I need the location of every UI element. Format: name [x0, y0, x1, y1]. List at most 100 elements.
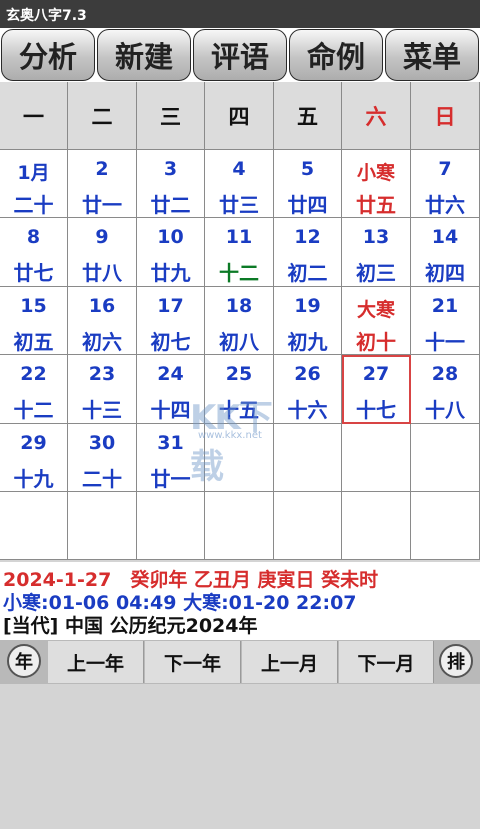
calendar-day-cell[interactable]: 11 十二: [205, 218, 274, 287]
comment-button[interactable]: 评语: [193, 29, 287, 81]
calendar-day-cell[interactable]: 18 初八: [205, 287, 274, 355]
lunar-date: 初二: [287, 261, 328, 285]
empty-day-cell: [205, 424, 274, 492]
solar-date: 2: [95, 158, 109, 180]
solar-date: 23: [88, 363, 116, 385]
calendar-day-cell[interactable]: 3 廿二: [137, 150, 205, 218]
solar-date: 7: [438, 158, 452, 180]
prev-year-button[interactable]: 上一年: [48, 641, 144, 683]
calendar-day-cell[interactable]: 9 廿八: [68, 218, 137, 287]
solar-date: 1月: [17, 162, 50, 184]
lunar-date: 十六: [287, 398, 328, 422]
calendar-day-cell[interactable]: 29 十九: [0, 424, 68, 492]
calendar-day-cell[interactable]: 17 初七: [137, 287, 205, 355]
solar-date: 4: [232, 158, 246, 180]
empty-day-cell: [0, 492, 68, 560]
era-line: [当代] 中国 公历纪元2024年: [3, 615, 258, 637]
solar-date: 大寒: [356, 299, 395, 321]
top-toolbar: 分析 新建 评语 命例 菜单: [0, 28, 480, 82]
solar-date: 29: [20, 432, 47, 454]
calendar-day-cell[interactable]: 5 廿四: [274, 150, 342, 218]
empty-day-cell: [411, 492, 480, 560]
calendar-day-cell[interactable]: 13 初三: [342, 218, 411, 287]
lunar-date: 初六: [82, 330, 122, 354]
bottom-nav: 年 上一年 下一年 上一月 下一月 排: [0, 640, 480, 684]
calendar-day-cell[interactable]: 15 初五: [0, 287, 68, 355]
lunar-date: 初四: [425, 261, 465, 285]
lunar-date: 廿四: [287, 193, 328, 217]
lunar-date: 十二: [13, 398, 54, 422]
solar-date: 24: [157, 363, 184, 385]
calendar-day-cell[interactable]: 16 初六: [68, 287, 137, 355]
lunar-date: 廿三: [219, 193, 259, 217]
lunar-date: 十二: [219, 261, 259, 285]
solar-date: 27: [362, 363, 390, 385]
lunar-date: 初九: [287, 330, 328, 354]
calendar-day-cell[interactable]: 28 十八: [411, 355, 480, 424]
calendar-day-cell[interactable]: 23 十三: [68, 355, 137, 424]
calendar-day-cell[interactable]: 7 廿六: [411, 150, 480, 218]
calendar-day-cell[interactable]: 8 廿七: [0, 218, 68, 287]
next-year-button[interactable]: 下一年: [145, 641, 241, 683]
solar-date: 30: [88, 432, 116, 454]
empty-day-cell: [411, 424, 480, 492]
calendar-day-cell[interactable]: 2 廿一: [68, 150, 137, 218]
lunar-date: 十五: [219, 398, 259, 422]
prev-month-button[interactable]: 上一月: [242, 641, 338, 683]
solar-date: 10: [157, 226, 184, 248]
lunar-date: 十一: [425, 330, 465, 354]
calendar-day-cell[interactable]: 30 二十: [68, 424, 137, 492]
case-button[interactable]: 命例: [289, 29, 383, 81]
lunar-date: 十三: [82, 398, 122, 422]
next-month-button[interactable]: 下一月: [339, 641, 434, 683]
analyze-button[interactable]: 分析: [1, 29, 95, 81]
new-button[interactable]: 新建: [97, 29, 191, 81]
lunar-date: 二十: [13, 193, 54, 217]
year-select-button[interactable]: 年: [7, 644, 41, 678]
calendar-day-cell[interactable]: 25 十五: [205, 355, 274, 424]
weekday-header: 三: [137, 82, 205, 150]
solar-date: 25: [225, 363, 253, 385]
lunar-date: 廿六: [425, 193, 465, 217]
calendar-day-cell[interactable]: 24 十四: [137, 355, 205, 424]
lunar-date: 十九: [13, 467, 54, 491]
solar-date: 9: [95, 226, 109, 248]
weekday-header: 五: [274, 82, 342, 150]
empty-day-cell: [137, 492, 205, 560]
calendar-day-cell[interactable]: 31 廿一: [137, 424, 205, 492]
calendar-day-cell[interactable]: 大寒 初十: [342, 287, 411, 355]
calendar-day-cell[interactable]: 10 廿九: [137, 218, 205, 287]
arrange-button[interactable]: 排: [439, 644, 473, 678]
calendar-day-cell[interactable]: 26 十六: [274, 355, 342, 424]
weekday-header: 二: [68, 82, 137, 150]
lunar-date: 初三: [356, 261, 396, 285]
lunar-date: 廿一: [82, 193, 122, 217]
solar-date: 28: [431, 363, 459, 385]
solar-date: 小寒: [356, 162, 395, 184]
lunar-date: 廿一: [150, 467, 191, 491]
lunar-date: 十八: [425, 398, 465, 422]
calendar-day-cell[interactable]: 27 十七: [342, 355, 411, 424]
lunar-date: 廿二: [150, 193, 191, 217]
calendar-day-cell[interactable]: 1月二十: [0, 150, 68, 218]
calendar-day-cell[interactable]: 19 初九: [274, 287, 342, 355]
info-panel: 2024-1-27 癸卯年 乙丑月 庚寅日 癸未时 小寒:01-06 04:49…: [0, 562, 480, 640]
calendar-day-cell[interactable]: 21 十一: [411, 287, 480, 355]
app-title: 玄奥八字7.3: [6, 8, 87, 24]
calendar-day-cell[interactable]: 12 初二: [274, 218, 342, 287]
empty-day-cell: [274, 492, 342, 560]
lunar-date: 廿八: [82, 261, 122, 285]
solar-date: 22: [20, 363, 47, 385]
lunar-date: 十七: [356, 398, 396, 422]
lunar-date: 初十: [356, 330, 396, 354]
calendar-day-cell[interactable]: 22 十二: [0, 355, 68, 424]
lunar-date: 十四: [150, 398, 191, 422]
solar-date: 5: [300, 158, 315, 180]
calendar-day-cell[interactable]: 4 廿三: [205, 150, 274, 218]
menu-button[interactable]: 菜单: [385, 29, 479, 81]
solar-date: 21: [431, 295, 459, 317]
lunar-date: 二十: [82, 467, 122, 491]
solar-date: 18: [225, 295, 253, 317]
calendar-day-cell[interactable]: 14 初四: [411, 218, 480, 287]
calendar-day-cell[interactable]: 小寒 廿五: [342, 150, 411, 218]
